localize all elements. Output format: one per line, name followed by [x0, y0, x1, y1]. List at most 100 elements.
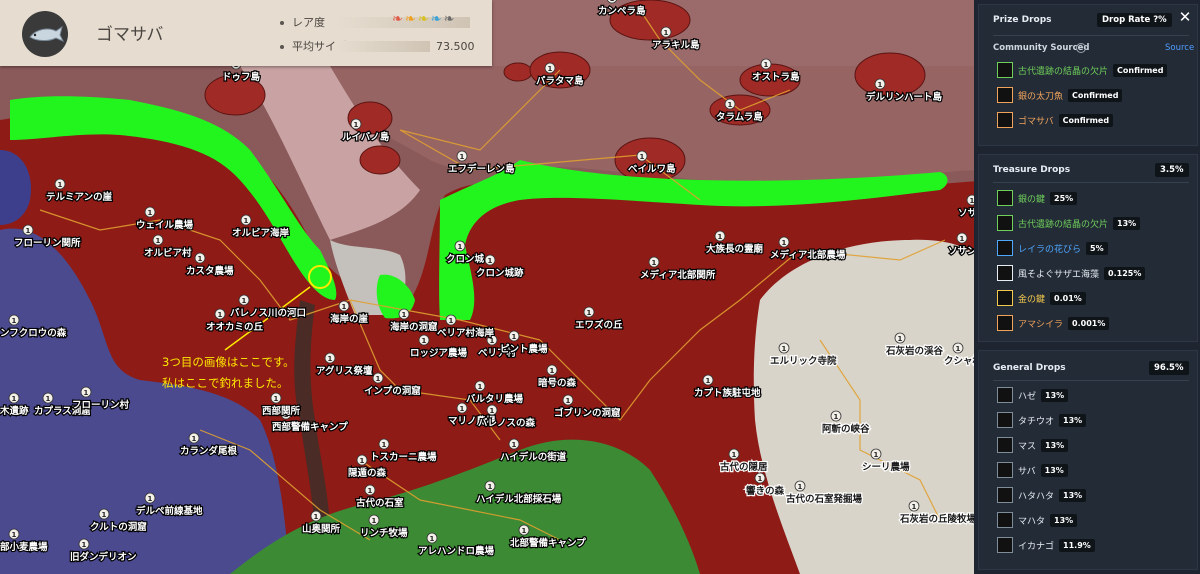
node-marker[interactable]: 1 [240, 214, 252, 226]
node-marker[interactable]: 1 [952, 342, 964, 354]
node-marker[interactable]: 1 [54, 178, 66, 190]
node-marker[interactable]: 1 [714, 230, 726, 242]
item-name: 銀の鍵 [1018, 194, 1046, 205]
place-label: メディア北部関所 [640, 269, 716, 281]
node-marker[interactable]: 1 [338, 300, 350, 312]
node-marker[interactable]: 1 [702, 374, 714, 386]
rarity-fish-icon: ❧ [392, 12, 403, 27]
node-marker[interactable]: 1 [152, 234, 164, 246]
svg-text:1: 1 [798, 483, 803, 491]
node-marker[interactable]: 1 [418, 334, 430, 346]
node-marker[interactable]: 1 [474, 380, 486, 392]
node-marker[interactable]: 1 [870, 448, 882, 460]
svg-text:1: 1 [566, 397, 571, 405]
node-marker[interactable]: 1 [8, 528, 20, 540]
node-marker[interactable]: 1 [194, 252, 206, 264]
place-label: ピント農場 [500, 343, 548, 355]
node-marker[interactable]: 1 [398, 308, 410, 320]
node-marker[interactable]: 1 [324, 352, 336, 364]
node-marker[interactable]: 1 [22, 224, 34, 236]
node-marker[interactable]: 1 [544, 62, 556, 74]
node-marker[interactable]: 1 [350, 118, 362, 130]
node-marker[interactable]: 1 [830, 410, 842, 422]
node-marker[interactable]: 1 [270, 392, 282, 404]
node-marker[interactable]: 1 [660, 26, 672, 38]
treasure-drops-title: Treasure Drops [993, 165, 1071, 175]
close-icon[interactable]: ✕ [1177, 9, 1193, 25]
item-name: ハゼ [1018, 391, 1037, 402]
drop-item[interactable]: レイラの花びら 5% [997, 239, 1108, 257]
drop-item[interactable]: 古代遺跡の結晶の欠片 Confirmed [997, 61, 1168, 79]
node-marker[interactable]: 1 [908, 500, 920, 512]
node-marker[interactable]: 1 [518, 524, 530, 536]
drop-item[interactable]: イカナゴ 11.9% [997, 536, 1095, 554]
node-marker[interactable]: 1 [445, 314, 457, 326]
node-marker[interactable]: 1 [583, 306, 595, 318]
node-marker[interactable]: 1 [648, 256, 660, 268]
drop-item[interactable]: ハタハタ 13% [997, 486, 1087, 504]
source-link[interactable]: Source [1165, 43, 1194, 53]
node-marker[interactable]: 1 [310, 510, 322, 522]
drop-item[interactable]: 風そよぐサザエ海藻 0.125% [997, 264, 1146, 282]
node-marker[interactable]: 1 [778, 342, 790, 354]
node-marker[interactable]: 1 [144, 492, 156, 504]
node-marker[interactable]: 1 [144, 206, 156, 218]
place-label: ベイルワ島 [628, 163, 676, 175]
node-marker[interactable]: 1 [456, 150, 468, 162]
place-label: ドゥフ島 [222, 71, 261, 83]
node-marker[interactable]: 1 [508, 330, 520, 342]
node-marker[interactable]: 1 [636, 150, 648, 162]
node-marker[interactable]: 1 [760, 58, 772, 70]
node-marker[interactable]: 1 [754, 472, 766, 484]
drop-item[interactable]: ゴマサバ Confirmed [997, 111, 1114, 129]
item-rate: 0.125% [1104, 266, 1146, 280]
node-marker[interactable]: 1 [188, 432, 200, 444]
drop-panel: Prize Drops Drop Rate ?% ✕ Community Sou… [974, 0, 1200, 574]
node-marker[interactable]: 1 [484, 480, 496, 492]
node-marker[interactable]: 1 [364, 484, 376, 496]
place-label: エフデーレン島 [448, 163, 515, 175]
node-marker[interactable]: 1 [484, 254, 496, 266]
drop-item[interactable]: サバ 13% [997, 461, 1068, 479]
node-marker[interactable]: 1 [724, 98, 736, 110]
item-icon [997, 537, 1013, 553]
drop-item[interactable]: 銀の太刀魚 Confirmed [997, 86, 1123, 104]
node-marker[interactable]: 1 [372, 372, 384, 384]
node-marker[interactable]: 1 [794, 480, 806, 492]
node-marker[interactable]: 1 [728, 448, 740, 460]
node-marker[interactable]: 1 [546, 364, 558, 376]
info-icon[interactable]: i [1076, 43, 1086, 53]
node-marker[interactable]: 1 [378, 438, 390, 450]
drop-item[interactable]: タチウオ 13% [997, 411, 1087, 429]
node-marker[interactable]: 1 [78, 538, 90, 550]
drop-item[interactable]: マス 13% [997, 436, 1069, 454]
node-marker[interactable]: 1 [8, 314, 20, 326]
node-marker[interactable]: 1 [8, 392, 20, 404]
node-marker[interactable]: 1 [956, 232, 968, 244]
drop-item[interactable]: アマシイラ 0.001% [997, 314, 1110, 332]
node-marker[interactable]: 1 [454, 240, 466, 252]
node-marker[interactable]: 1 [508, 438, 520, 450]
node-marker[interactable]: 1 [486, 404, 498, 416]
node-marker[interactable]: 1 [778, 236, 790, 248]
drop-item[interactable]: 古代遺跡の結晶の欠片 13% [997, 214, 1141, 232]
drop-item[interactable]: ハゼ 13% [997, 386, 1069, 404]
node-marker[interactable]: 1 [98, 508, 110, 520]
node-marker[interactable]: 1 [238, 294, 250, 306]
drop-item[interactable]: 銀の鍵 25% [997, 189, 1078, 207]
node-marker[interactable]: 1 [368, 514, 380, 526]
node-marker[interactable]: 1 [894, 332, 906, 344]
drop-item[interactable]: マハタ 13% [997, 511, 1078, 529]
community-sourced-label: Community Sourced [993, 43, 1090, 53]
node-marker[interactable]: 1 [426, 532, 438, 544]
node-marker[interactable]: 1 [80, 386, 92, 398]
node-marker[interactable]: 1 [874, 78, 886, 90]
place-label: トスカーニ農場 [370, 451, 437, 463]
item-name: アマシイラ [1018, 319, 1064, 330]
drop-item[interactable]: 金の鍵 0.01% [997, 289, 1086, 307]
node-marker[interactable]: 1 [562, 394, 574, 406]
node-marker[interactable]: 1 [214, 308, 226, 320]
node-marker[interactable]: 1 [42, 392, 54, 404]
svg-text:1: 1 [512, 441, 517, 449]
node-marker[interactable]: 1 [356, 454, 368, 466]
